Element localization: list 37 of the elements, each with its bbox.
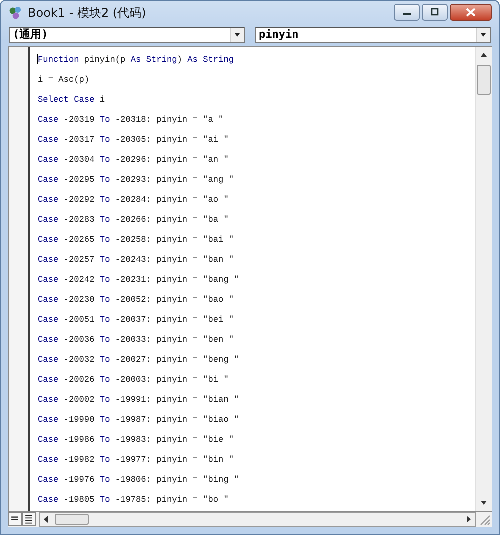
maximize-button[interactable]	[422, 4, 448, 20]
restore-icon	[430, 8, 440, 16]
code-line: Case -20319 To -20318: pinyin = "a "	[38, 114, 224, 127]
procedure-view-icon[interactable]	[8, 512, 22, 526]
code-line: Case -20265 To -20258: pinyin = "bai "	[38, 234, 234, 247]
code-line: Case -20051 To -20037: pinyin = "bei "	[38, 314, 234, 327]
code-line: Case -20242 To -20231: pinyin = "bang "	[38, 274, 240, 287]
code-line: i = Asc(p)	[38, 74, 90, 87]
code-line: Select Case i	[38, 94, 106, 107]
code-line: Case -19805 To -19785: pinyin = "bo "	[38, 494, 229, 507]
window-title: Book1 - 模块2 (代码)	[28, 4, 148, 22]
code-line: Case -20257 To -20243: pinyin = "ban "	[38, 254, 234, 267]
code-line: Case -20283 To -20266: pinyin = "ba "	[38, 214, 229, 227]
code-line: Case -20026 To -20003: pinyin = "bi "	[38, 374, 229, 387]
object-dropdown[interactable]: (通用)	[9, 27, 245, 43]
code-line: Case -20036 To -20033: pinyin = "ben "	[38, 334, 234, 347]
text-cursor	[36, 54, 38, 64]
code-line: Case -20295 To -20293: pinyin = "ang "	[38, 174, 234, 187]
code-line: Case -19982 To -19977: pinyin = "bin "	[38, 454, 234, 467]
scrollbar-thumb[interactable]	[477, 65, 491, 95]
code-line: Case -19976 To -19806: pinyin = "bing "	[38, 474, 240, 487]
code-line: Case -19986 To -19983: pinyin = "bie "	[38, 434, 234, 447]
code-line: Case -20292 To -20284: pinyin = "ao "	[38, 194, 229, 207]
code-line: Case -20304 To -20296: pinyin = "an "	[38, 154, 229, 167]
code-line: Case -20230 To -20052: pinyin = "bao "	[38, 294, 234, 307]
procedure-dropdown[interactable]: pinyin	[255, 27, 491, 43]
code-line: Case -20032 To -20027: pinyin = "beng "	[38, 354, 240, 367]
code-line: Case -20317 To -20305: pinyin = "ai "	[38, 134, 229, 147]
code-line: Case -20002 To -19991: pinyin = "bian "	[38, 394, 240, 407]
app-icon	[8, 5, 24, 21]
close-icon	[466, 8, 476, 16]
code-line: Case -19990 To -19987: pinyin = "biao "	[38, 414, 240, 427]
code-line: Function pinyin(p As String) As String	[38, 54, 234, 67]
minimize-button[interactable]	[394, 4, 420, 20]
close-button[interactable]	[450, 4, 492, 20]
scrollbar-thumb[interactable]	[55, 514, 89, 525]
module-view-icon[interactable]	[22, 512, 36, 526]
